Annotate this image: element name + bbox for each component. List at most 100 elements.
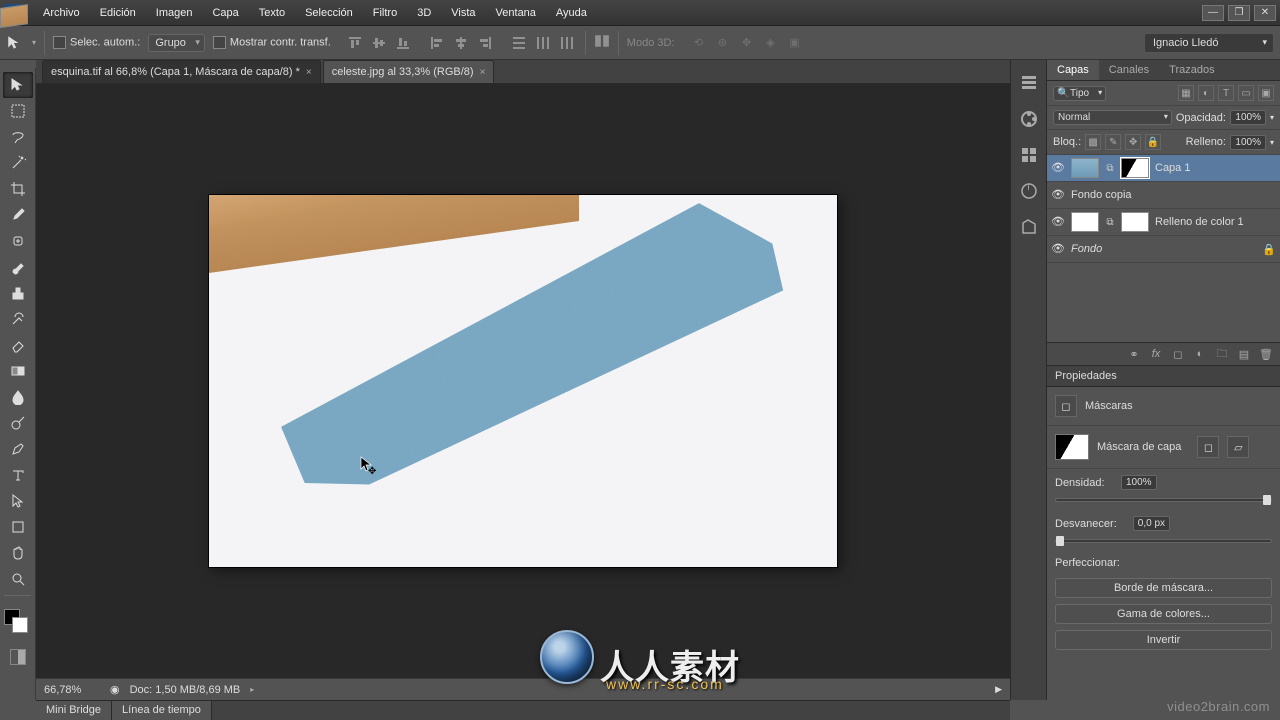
close-tab-icon[interactable]: × bbox=[306, 67, 312, 78]
align-bottom-icon[interactable] bbox=[393, 33, 413, 53]
dodge-tool[interactable] bbox=[3, 410, 33, 436]
filter-pixel-icon[interactable]: ▦ bbox=[1178, 85, 1194, 101]
hand-tool[interactable] bbox=[3, 540, 33, 566]
adjustment-icon[interactable]: ◐ bbox=[1192, 347, 1208, 361]
menu-item[interactable]: Ventana bbox=[487, 4, 545, 22]
layer-thumbnail[interactable] bbox=[1071, 212, 1099, 232]
mask-link-icon[interactable]: ⧉ bbox=[1105, 217, 1115, 228]
filter-smart-icon[interactable]: ▣ bbox=[1258, 85, 1274, 101]
distribute-icon[interactable] bbox=[533, 33, 553, 53]
tab-paths[interactable]: Trazados bbox=[1159, 60, 1224, 80]
status-preview-icon[interactable]: ◉ bbox=[110, 683, 120, 696]
layer-row[interactable]: 👁 ⧉ Relleno de color 1 bbox=[1047, 209, 1280, 236]
align-top-icon[interactable] bbox=[345, 33, 365, 53]
layer-thumbnail[interactable] bbox=[0, 4, 28, 28]
layer-name[interactable]: Capa 1 bbox=[1155, 162, 1276, 174]
mask-thumbnail[interactable] bbox=[1121, 158, 1149, 178]
layer-row[interactable]: 👁 ⧉ Capa 1 bbox=[1047, 155, 1280, 182]
pixel-mask-icon[interactable]: ◻ bbox=[1197, 436, 1219, 458]
mask-mode-pixel-icon[interactable]: ◻ bbox=[1055, 395, 1077, 417]
menu-item[interactable]: 3D bbox=[408, 4, 440, 22]
layer-row[interactable]: 👁 Fondo 🔒 bbox=[1047, 236, 1280, 263]
align-hcenter-icon[interactable] bbox=[451, 33, 471, 53]
lock-all-icon[interactable]: 🔒 bbox=[1145, 134, 1161, 150]
layer-name[interactable]: Relleno de color 1 bbox=[1155, 216, 1276, 228]
crop-tool[interactable] bbox=[3, 176, 33, 202]
fx-icon[interactable]: fx bbox=[1148, 347, 1164, 361]
visibility-icon[interactable]: 👁 bbox=[1051, 242, 1065, 256]
heal-tool[interactable] bbox=[3, 228, 33, 254]
mask-preview-thumbnail[interactable] bbox=[1055, 434, 1089, 460]
background-color[interactable] bbox=[12, 617, 28, 633]
visibility-icon[interactable]: 👁 bbox=[1051, 188, 1065, 202]
menu-item[interactable]: Edición bbox=[91, 4, 145, 22]
distribute-icon[interactable] bbox=[509, 33, 529, 53]
tab-layers[interactable]: Capas bbox=[1047, 60, 1099, 80]
group-icon[interactable]: 🗀 bbox=[1214, 347, 1230, 361]
visibility-icon[interactable]: 👁 bbox=[1051, 215, 1065, 229]
mask-edge-button[interactable]: Borde de máscara... bbox=[1055, 578, 1272, 598]
menu-item[interactable]: Archivo bbox=[34, 4, 89, 22]
invert-button[interactable]: Invertir bbox=[1055, 630, 1272, 650]
history-panel-icon[interactable] bbox=[1018, 72, 1040, 94]
align-right-icon[interactable] bbox=[475, 33, 495, 53]
type-tool[interactable] bbox=[3, 462, 33, 488]
distribute-icon[interactable] bbox=[557, 33, 577, 53]
swatches-panel-icon[interactable] bbox=[1018, 144, 1040, 166]
layer-name[interactable]: Fondo copia bbox=[1071, 189, 1276, 201]
auto-select-checkbox[interactable]: Selec. autom.: bbox=[53, 36, 140, 49]
filter-type-icon[interactable]: T bbox=[1218, 85, 1234, 101]
shape-tool[interactable] bbox=[3, 514, 33, 540]
marquee-tool[interactable] bbox=[3, 98, 33, 124]
color-swatches[interactable] bbox=[0, 605, 35, 645]
history-brush-tool[interactable] bbox=[3, 306, 33, 332]
auto-align-icon[interactable] bbox=[594, 33, 610, 52]
eyedropper-tool[interactable] bbox=[3, 202, 33, 228]
mask-icon[interactable]: ◻ bbox=[1170, 347, 1186, 361]
layer-filter-kind[interactable]: 🔍Tipo bbox=[1053, 86, 1106, 101]
lock-position-icon[interactable]: ✥ bbox=[1125, 134, 1141, 150]
color-panel-icon[interactable] bbox=[1018, 108, 1040, 130]
eraser-tool[interactable] bbox=[3, 332, 33, 358]
workspace-selector[interactable]: Ignacio Lledó bbox=[1144, 33, 1274, 53]
new-layer-icon[interactable]: ▤ bbox=[1236, 347, 1252, 361]
feather-slider[interactable] bbox=[1055, 539, 1272, 543]
document-tab[interactable]: esquina.tif al 66,8% (Capa 1, Máscara de… bbox=[42, 60, 321, 83]
document-tab[interactable]: celeste.jpg al 33,3% (RGB/8)× bbox=[323, 60, 495, 83]
filter-adjust-icon[interactable]: ◐ bbox=[1198, 85, 1214, 101]
move-tool[interactable] bbox=[3, 72, 33, 98]
adjustments-panel-icon[interactable] bbox=[1018, 180, 1040, 202]
lock-transparency-icon[interactable]: ▩ bbox=[1085, 134, 1101, 150]
tab-channels[interactable]: Canales bbox=[1099, 60, 1159, 80]
visibility-icon[interactable]: 👁 bbox=[1051, 161, 1065, 175]
tab-mini-bridge[interactable]: Mini Bridge bbox=[36, 701, 112, 720]
mask-link-icon[interactable]: ⧉ bbox=[1105, 163, 1115, 174]
menu-item[interactable]: Vista bbox=[442, 4, 484, 22]
blend-mode-dropdown[interactable]: Normal bbox=[1053, 110, 1172, 125]
color-range-button[interactable]: Gama de colores... bbox=[1055, 604, 1272, 624]
show-transform-checkbox[interactable]: Mostrar contr. transf. bbox=[213, 36, 331, 49]
canvas[interactable] bbox=[209, 195, 837, 567]
density-slider[interactable] bbox=[1055, 498, 1272, 502]
path-select-tool[interactable] bbox=[3, 488, 33, 514]
filter-shape-icon[interactable]: ▭ bbox=[1238, 85, 1254, 101]
styles-panel-icon[interactable] bbox=[1018, 216, 1040, 238]
tab-timeline[interactable]: Línea de tiempo bbox=[112, 701, 212, 720]
lock-paint-icon[interactable]: ✎ bbox=[1105, 134, 1121, 150]
menu-item[interactable]: Selección bbox=[296, 4, 362, 22]
menu-item[interactable]: Filtro bbox=[364, 4, 406, 22]
close-tab-icon[interactable]: × bbox=[480, 67, 486, 78]
layer-name[interactable]: Fondo bbox=[1071, 243, 1256, 255]
layer-thumbnail[interactable] bbox=[1071, 158, 1099, 178]
layer-row[interactable]: 👁 Fondo copia bbox=[1047, 182, 1280, 209]
menu-item[interactable]: Ayuda bbox=[547, 4, 596, 22]
mask-thumbnail[interactable] bbox=[1121, 212, 1149, 232]
fill-input[interactable]: 100% bbox=[1230, 135, 1266, 150]
align-vcenter-icon[interactable] bbox=[369, 33, 389, 53]
canvas-viewport[interactable] bbox=[36, 84, 1010, 678]
opacity-input[interactable]: 100% bbox=[1230, 110, 1266, 125]
align-left-icon[interactable] bbox=[427, 33, 447, 53]
vector-mask-icon[interactable]: ▱ bbox=[1227, 436, 1249, 458]
minimize-button[interactable]: — bbox=[1202, 5, 1224, 21]
zoom-tool[interactable] bbox=[3, 566, 33, 592]
